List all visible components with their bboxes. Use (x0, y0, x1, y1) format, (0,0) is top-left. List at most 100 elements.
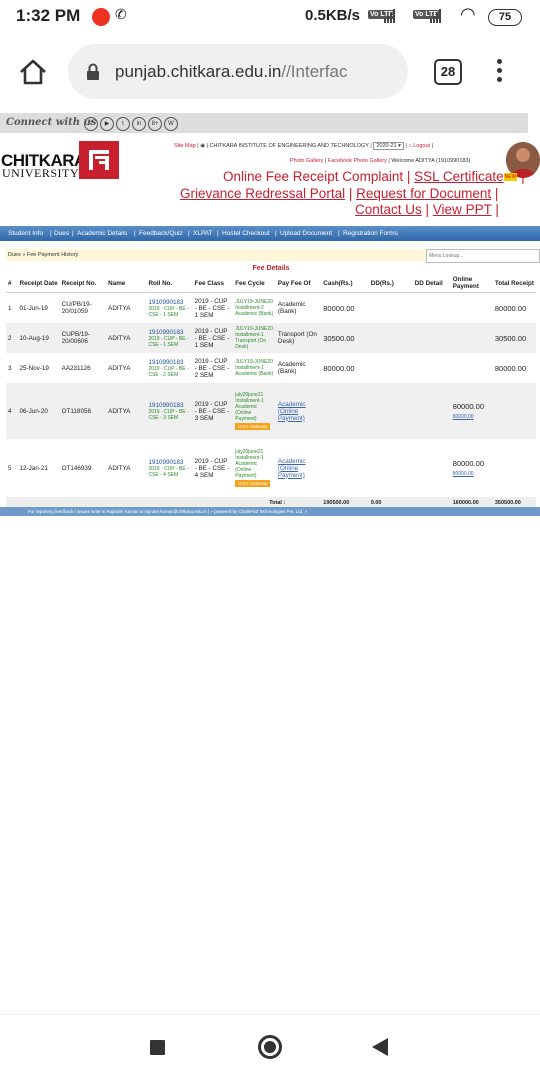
institute-name: CHITKARA INSTITUTE OF ENGINEERING AND TE… (209, 143, 369, 149)
roll-no: 1910990183 2019 - CUP - BE - CSE - 2 SEM (146, 353, 192, 383)
overflow-menu-button[interactable] (497, 59, 505, 82)
recents-button[interactable] (150, 1040, 165, 1055)
fee-class: 2019 - CUP - BE - CSE - 2 SEM (194, 357, 230, 379)
receipt-date: 10-Aug-19 (17, 323, 60, 353)
nav-registration-forms[interactable]: Registration Forms (343, 230, 398, 237)
online-amount: 80000.00 (452, 402, 484, 411)
wifi-icon: ◠ (460, 4, 476, 24)
fee-cycle-text: july20june21 Installment-1 Academic (Onl… (235, 449, 264, 479)
col-header: DD Detail (412, 274, 451, 293)
battery-icon: 75 (488, 9, 522, 26)
fee-cycle: JULY19-JUNE20 Installment-1 Transport (O… (233, 323, 276, 353)
photo-gallery-link[interactable]: Photo Gallery (290, 158, 323, 164)
cash-amount (321, 439, 369, 497)
globe-icon: ◉ (200, 143, 206, 149)
row-index: 2 (6, 323, 18, 353)
roll-subtitle: 2019 - CUP - BE - CSE - 1 SEM (148, 335, 189, 348)
col-header: Pay Fee Of (275, 274, 322, 293)
online-receipt-link[interactable]: 80000.00 (453, 471, 474, 477)
pay-fee-of: Academic (Bank) (277, 301, 306, 315)
table-row: 5 12-Jan-21 OT146939 ADITYA 1910990183 2019 -… (6, 439, 536, 497)
receipt-date: 12-Jan-21 (19, 464, 48, 472)
social-icons: f ▶ t in 8+ W (84, 117, 178, 131)
fee-cycle: july20june21 Installment-1 Academic (Onl… (233, 439, 276, 497)
call-icon: ✆ (115, 6, 127, 22)
twitter-icon[interactable]: t (116, 117, 130, 131)
googleplus-icon[interactable]: 8+ (148, 117, 162, 131)
back-button[interactable] (372, 1038, 388, 1061)
total-receipt: 30500.00 (492, 323, 536, 353)
logout-link[interactable]: ⌂ Logout (408, 143, 430, 149)
student-name: ADITYA (108, 464, 131, 472)
col-header: Roll No. (146, 274, 193, 293)
online-receipt-link[interactable]: 80000.00 (453, 414, 474, 420)
row-index: 4 (6, 383, 18, 439)
facebook-icon[interactable]: f (84, 117, 98, 131)
cash-amount: 80000.00 (323, 303, 355, 313)
col-header: Receipt Date (17, 274, 60, 293)
home-button[interactable] (18, 58, 48, 91)
receipt-no: OT118056 (59, 383, 107, 439)
receipt-date: 01-Jun-19 (19, 304, 48, 312)
dd-amount (368, 323, 413, 353)
nav-xlpat[interactable]: XLPAT (193, 230, 213, 237)
online-payment: 80000.00 80000.00 (451, 439, 493, 497)
facebook-gallery-link[interactable]: Facebook Photo Gallery (328, 158, 387, 164)
fee-cycle-text: july20june21 Installment-1 Academic (Onl… (235, 392, 264, 422)
roll-subtitle: 2019 - CUP - BE - CSE - 2 SEM (148, 365, 189, 378)
footer-bar: For reporting feedback / issues write to… (0, 507, 540, 516)
online-payment (451, 293, 493, 324)
online-payment (450, 323, 493, 353)
receipt-no: AA231126 (61, 364, 91, 372)
col-header: Name (106, 274, 147, 293)
youtube-icon[interactable]: ▶ (100, 117, 114, 131)
total-receipt (492, 383, 536, 439)
col-header: Cash(Rs.) (321, 274, 369, 293)
request-document-link[interactable]: Request for Document (356, 186, 491, 201)
view-ppt-link[interactable]: View PPT (433, 202, 492, 217)
nav-upload-document[interactable]: Upload Document (280, 230, 332, 237)
receipt-no: OT146939 (61, 464, 92, 472)
receipt-date: 25-Nov-19 (19, 364, 49, 372)
status-bar: 1:32 PM ✆ 0.5KB/s Vo LTE Vo LTE ◠ 75 (0, 0, 540, 36)
university-logo-icon (79, 141, 119, 179)
site-map-link[interactable]: Site Map (174, 143, 196, 149)
row-index: 5 (8, 464, 12, 472)
fee-details-table: Fee Details # Receipt Date Receipt No. N… (6, 263, 536, 508)
wikipedia-icon[interactable]: W (164, 117, 178, 131)
grievance-link[interactable]: Grievance Redressal Portal (180, 186, 345, 201)
row-index: 3 (8, 364, 12, 372)
online-payment: 80000.00 80000.00 (450, 383, 493, 439)
session-select[interactable]: 2020-21 ▾ (373, 142, 404, 150)
student-name: ADITYA (106, 323, 147, 353)
student-name: ADITYA (106, 383, 147, 439)
nav-student-info[interactable]: Student Info (8, 230, 43, 237)
col-header: Fee Cycle (233, 274, 276, 293)
signal-icon (384, 9, 395, 23)
fee-cycle: JULY19-JUNE20 Installment-1 Academic (Ba… (233, 353, 276, 383)
pay-fee-of[interactable]: Academic (Online Payment) (276, 439, 321, 497)
table-row: 3 25-Nov-19 AA231126 ADITYA 1910990183 2019 -… (6, 353, 536, 383)
nav-dues[interactable]: Dues (54, 230, 69, 237)
home-nav-button[interactable] (258, 1035, 282, 1059)
pay-fee-of[interactable]: Academic (Online Payment) (275, 383, 322, 439)
fee-cycle-text: JULY19-JUNE20 Installment-1 Academic (Ba… (235, 359, 274, 377)
fee-class: 2019 - CUP - BE - CSE - 4 SEM (194, 457, 230, 479)
new-badge: NEW (503, 173, 518, 182)
fee-complaint-link[interactable]: Online Fee Receipt Complaint (223, 169, 403, 184)
col-header: Online Payment (450, 274, 493, 293)
nav-academic-details[interactable]: Academic Details (77, 230, 127, 237)
ssl-certificate-link[interactable]: SSL Certificate (414, 169, 504, 184)
menu-lookup-input[interactable] (426, 249, 540, 263)
dd-detail (413, 439, 451, 497)
roll-no: 1910990183 2019 - CUP - BE - CSE - 1 SEM (146, 323, 193, 353)
nav-hostel-checkout[interactable]: Hostel Checkout (222, 230, 270, 237)
dd-amount (368, 383, 413, 439)
tab-switcher-button[interactable]: 28 (434, 59, 462, 85)
linkedin-icon[interactable]: in (132, 117, 146, 131)
nav-feedback-quiz[interactable]: Feedback/Quiz (139, 230, 183, 237)
col-header: Fee Class (192, 274, 234, 293)
roll-subtitle: 2019 - CUP - BE - CSE - 3 SEM (148, 408, 189, 421)
table-row: 1 01-Jun-19 CU/PB/19-20/01059 ADITYA 1910990… (6, 293, 536, 324)
contact-us-link[interactable]: Contact Us (355, 202, 422, 217)
